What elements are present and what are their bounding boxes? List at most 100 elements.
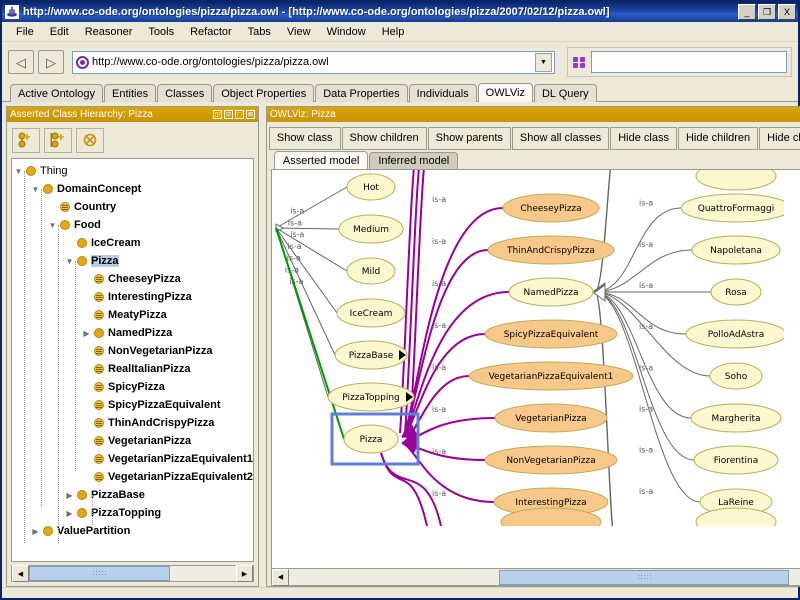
tree-item-pizzabase[interactable]: ▶ PizzaBase [12, 486, 253, 504]
delete-class-icon[interactable] [76, 127, 104, 153]
model-tab-inferred-model[interactable]: Inferred model [369, 152, 459, 169]
close-button[interactable]: X [778, 4, 796, 20]
hierarchy-panel-button-1[interactable]: ⊟ [223, 110, 233, 119]
tree-item-pizza[interactable]: ▼ Pizza [12, 252, 253, 270]
hscroll-track[interactable] [29, 566, 236, 581]
tree-item-namedpizza[interactable]: ▶ NamedPizza [12, 324, 253, 342]
owlviz-hide-classes-p-button[interactable]: Hide classes p [759, 126, 800, 150]
ontology-url-combobox[interactable]: http://www.co-ode.org/ontologies/pizza/p… [72, 50, 555, 74]
graph-node-vegetarianpizza[interactable]: VegetarianPizza [494, 403, 608, 433]
expander-closed-icon[interactable]: ▶ [29, 522, 42, 540]
maximize-button[interactable]: ❐ [758, 4, 776, 20]
graph-node-fiorentina[interactable]: Fiorentina [693, 445, 779, 475]
graph-node-polloadastra[interactable]: PolloAdAstra [685, 319, 784, 349]
tree-item-realitalianpizza[interactable]: RealItalianPizza [12, 360, 253, 378]
graph-node-vegetarianpizzaequivalent1[interactable]: VegetarianPizzaEquivalent1 [468, 361, 634, 391]
class-tree-scroll[interactable]: ▼ Thing ▼ DomainConcept Country ▼ Food IceCream… [11, 158, 254, 562]
hierarchy-panel-button-3[interactable]: ⊠ [245, 110, 255, 119]
graph-node-thinandcrispypizza[interactable]: ThinAndCrispyPizza [487, 235, 615, 265]
graph-node-namedpizza[interactable]: NamedPizza [508, 277, 594, 307]
menu-item-help[interactable]: Help [374, 24, 413, 40]
expander-closed-icon[interactable]: ▶ [63, 486, 76, 504]
hscroll-thumb[interactable] [498, 569, 790, 585]
tab-object-properties[interactable]: Object Properties [213, 84, 315, 102]
graph-node-napoletana[interactable]: Napoletana [691, 235, 781, 265]
tree-item-icecream[interactable]: IceCream [12, 234, 253, 252]
menu-item-file[interactable]: File [8, 24, 42, 40]
tab-owlviz[interactable]: OWLViz [477, 83, 533, 102]
tree-item-valuepartition[interactable]: ▶ ValuePartition [12, 522, 253, 540]
tree-item-nonvegetarianpizza[interactable]: NonVegetarianPizza [12, 342, 253, 360]
graph-node-rosa[interactable]: Rosa [710, 278, 762, 306]
scroll-left-icon[interactable]: ◀ [12, 565, 29, 582]
graph-hscrollbar[interactable]: ◀ ▶ [271, 568, 800, 586]
search-input[interactable] [591, 51, 787, 73]
graph-node-top-partial[interactable] [695, 170, 777, 191]
tree-item-meatypizza[interactable]: MeatyPizza [12, 306, 253, 324]
owlviz-show-parents-button[interactable]: Show parents [427, 126, 511, 150]
tree-item-spicypizzaequivalent[interactable]: SpicyPizzaEquivalent [12, 396, 253, 414]
tab-dl-query[interactable]: DL Query [533, 84, 597, 102]
graph-node-margherita[interactable]: Margherita [690, 403, 782, 433]
owlviz-hide-children-button[interactable]: Hide children [677, 126, 759, 150]
graph-node-icecream[interactable]: IceCream [336, 298, 406, 328]
owlviz-show-class-button[interactable]: Show class [268, 126, 341, 150]
model-tab-asserted-model[interactable]: Asserted model [273, 151, 369, 169]
minimize-button[interactable]: _ [738, 4, 756, 20]
tab-entities[interactable]: Entities [104, 84, 157, 102]
scroll-left-icon[interactable]: ◀ [271, 568, 289, 586]
owlviz-show-all-classes-button[interactable]: Show all classes [511, 126, 610, 150]
menu-item-edit[interactable]: Edit [42, 24, 77, 40]
tree-item-pizzatopping[interactable]: ▶ PizzaTopping [12, 504, 253, 522]
tab-individuals[interactable]: Individuals [408, 84, 477, 102]
graph-node-mild[interactable]: Mild [346, 257, 396, 285]
graph-node-hot[interactable]: Hot [346, 173, 396, 201]
graph-node-soho[interactable]: Soho [709, 362, 763, 390]
tree-item-thinandcrispypizza[interactable]: ThinAndCrispyPizza [12, 414, 253, 432]
graph-node-quattroformaggi[interactable]: QuattroFormaggi [680, 193, 784, 223]
hscroll-track[interactable] [288, 569, 800, 585]
owlviz-hide-class-button[interactable]: Hide class [610, 126, 677, 150]
forward-button[interactable]: ▷ [38, 50, 64, 74]
back-button[interactable]: ◁ [8, 50, 34, 74]
tab-active-ontology[interactable]: Active Ontology [10, 84, 104, 102]
pane-splitter[interactable] [259, 106, 266, 587]
menu-item-window[interactable]: Window [319, 24, 374, 40]
graph-canvas[interactable]: is-a is-a is-a is-a is-a is-a is-a is-a is-a is-a… [271, 170, 800, 568]
tree-item-spicypizza[interactable]: SpicyPizza [12, 378, 253, 396]
add-sibling-class-icon[interactable] [44, 127, 72, 153]
tab-classes[interactable]: Classes [157, 84, 213, 102]
tree-item-vegetarianpizzaequivalent2[interactable]: VegetarianPizzaEquivalent2 [12, 468, 253, 486]
add-subclass-icon[interactable] [12, 127, 40, 153]
hscroll-thumb[interactable] [29, 566, 170, 581]
graph-node-nonvegetarianpizza[interactable]: NonVegetarianPizza [484, 445, 618, 475]
tree-item-vegetarianpizzaequivalent1[interactable]: VegetarianPizzaEquivalent1 [12, 450, 253, 468]
graph-node-cheeseypizza[interactable]: CheeseyPizza [502, 193, 600, 223]
expander-closed-icon[interactable]: ▶ [80, 324, 93, 342]
ontology-graph-svg[interactable]: is-a is-a is-a is-a is-a is-a is-a is-a is-a is-a… [272, 170, 784, 526]
class-tree-hscrollbar[interactable]: ◀ ▶ [11, 565, 254, 582]
menu-item-reasoner[interactable]: Reasoner [77, 24, 141, 40]
scroll-right-icon[interactable]: ▶ [235, 565, 253, 582]
tree-item-vegetarianpizza[interactable]: VegetarianPizza [12, 432, 253, 450]
tab-data-properties[interactable]: Data Properties [315, 84, 408, 102]
menu-item-refactor[interactable]: Refactor [182, 24, 240, 40]
tree-item-food[interactable]: ▼ Food [12, 216, 253, 234]
tree-item-domainconcept[interactable]: ▼ DomainConcept [12, 180, 253, 198]
expander-closed-icon[interactable]: ▶ [63, 504, 76, 522]
menu-item-view[interactable]: View [279, 24, 319, 40]
tree-item-thing[interactable]: ▼ Thing [12, 162, 253, 180]
hierarchy-panel-button-2[interactable]: ◻ [234, 110, 244, 119]
hierarchy-panel-button-0[interactable]: ◫ [212, 110, 222, 119]
menu-item-tabs[interactable]: Tabs [240, 24, 279, 40]
graph-node-pizzatopping[interactable]: PizzaTopping [327, 382, 415, 412]
tree-item-interestingpizza[interactable]: InterestingPizza [12, 288, 253, 306]
graph-node-spicypizzaequivalent[interactable]: SpicyPizzaEquivalent [484, 319, 618, 349]
owlviz-show-children-button[interactable]: Show children [341, 126, 427, 150]
chevron-down-icon[interactable]: ▼ [535, 52, 552, 72]
menu-item-tools[interactable]: Tools [140, 24, 182, 40]
tree-item-country[interactable]: Country [12, 198, 253, 216]
graph-node-pizzabase[interactable]: PizzaBase [334, 340, 408, 370]
graph-node-medium[interactable]: Medium [338, 214, 404, 244]
tree-item-cheeseypizza[interactable]: CheeseyPizza [12, 270, 253, 288]
